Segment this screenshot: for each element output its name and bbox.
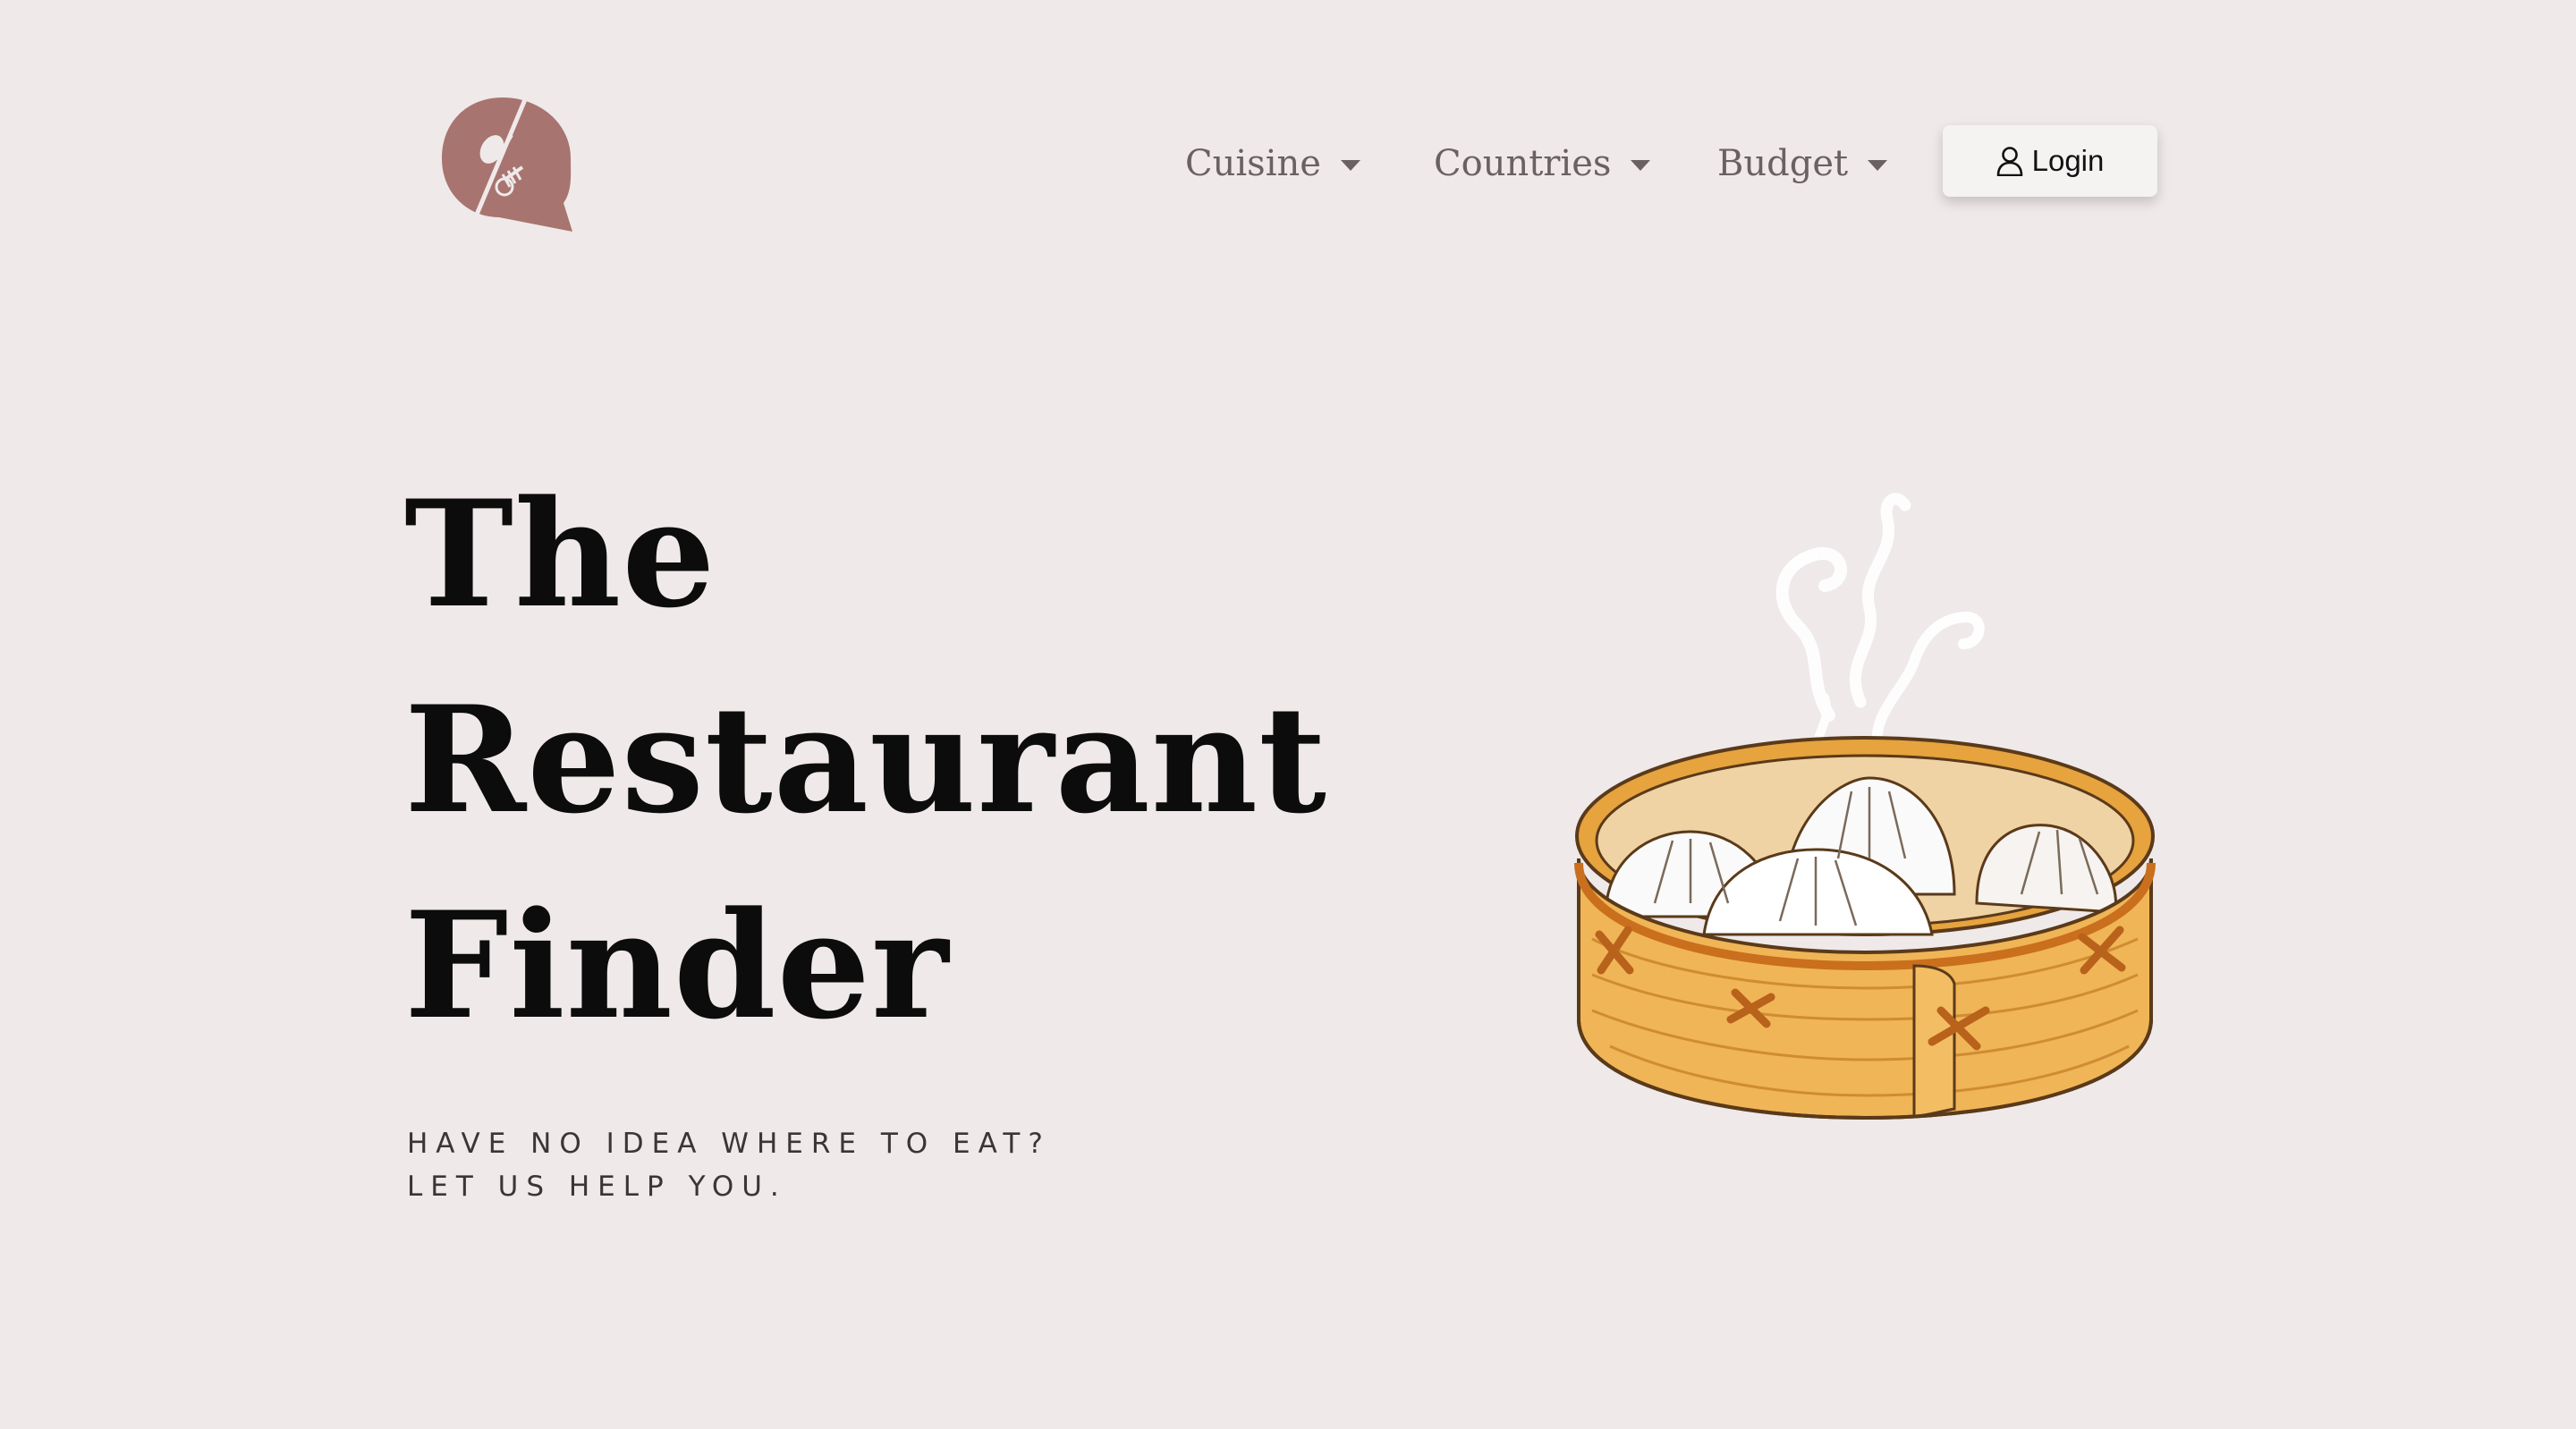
nav-countries-dropdown[interactable]: Countries	[1434, 125, 1651, 201]
caret-down-icon	[1340, 159, 1360, 171]
caret-down-icon	[1868, 159, 1888, 171]
user-icon	[1996, 147, 2022, 176]
hero-title: The Restaurant Finder	[404, 452, 1327, 1069]
nav-budget-dropdown[interactable]: Budget	[1717, 125, 1888, 201]
nav-budget-label: Budget	[1717, 142, 1849, 184]
tagline-line: HAVE NO IDEA WHERE TO EAT?	[407, 1128, 1051, 1160]
logo-icon[interactable]	[438, 94, 572, 237]
tagline-line: LET US HELP YOU.	[407, 1171, 787, 1203]
login-button[interactable]: Login	[1943, 125, 2157, 197]
hero-title-line: The	[404, 468, 716, 640]
steamer-illustration	[1556, 393, 2182, 1180]
nav-cuisine-dropdown[interactable]: Cuisine	[1185, 125, 1360, 201]
nav-cuisine-label: Cuisine	[1185, 142, 1321, 184]
login-label: Login	[2031, 144, 2105, 177]
hero-title-line: Restaurant	[404, 673, 1327, 846]
hero-tagline: HAVE NO IDEA WHERE TO EAT? LET US HELP Y…	[407, 1122, 1051, 1208]
nav-countries-label: Countries	[1434, 142, 1612, 184]
caret-down-icon	[1631, 159, 1651, 171]
hero-title-line: Finder	[404, 879, 950, 1052]
